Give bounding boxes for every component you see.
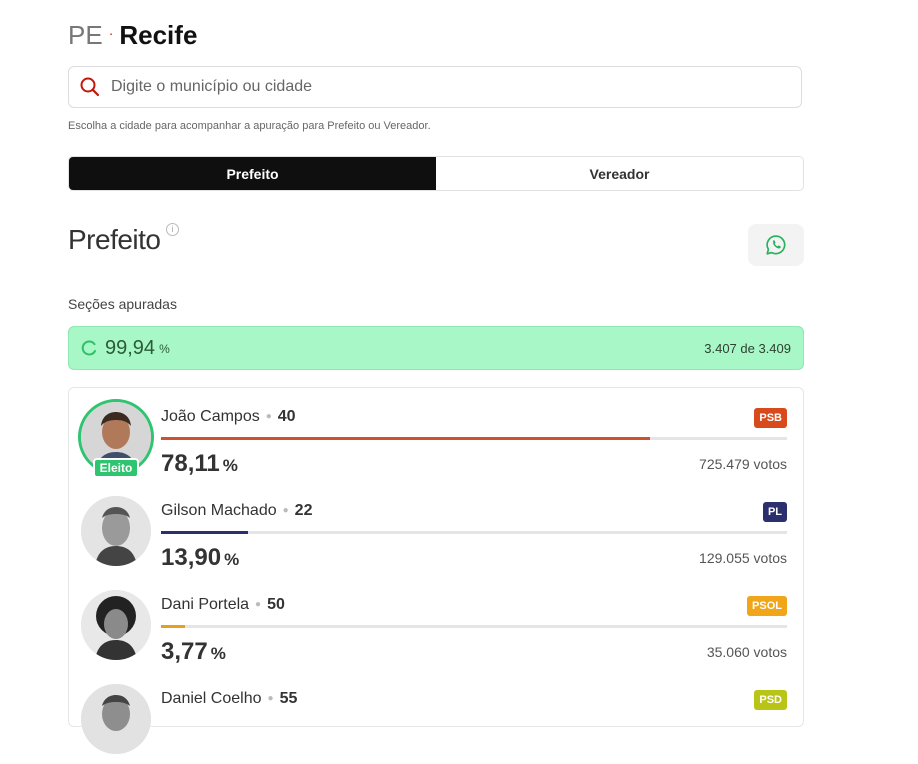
candidate-number: 55 (279, 690, 298, 707)
party-badge: PSB (754, 408, 787, 428)
candidate-votes: 725.479 votos (699, 456, 787, 472)
vote-bar (161, 625, 787, 628)
sections-percent: 99,94 (105, 336, 156, 359)
tab-vereador[interactable]: Vereador (436, 157, 803, 190)
candidate-name: Gilson Machado (161, 502, 277, 519)
vote-bar-fill (161, 625, 185, 628)
info-icon[interactable]: i (166, 223, 179, 236)
candidate-name: Daniel Coelho (161, 690, 262, 707)
candidate-name-line: Dani Portela ● 50 (161, 596, 285, 613)
city-label: Recife (119, 20, 198, 50)
location-header: PE · Recife (68, 16, 197, 52)
candidate-percent-line: 13,90% (161, 544, 239, 572)
party-badge: PSD (754, 690, 787, 710)
candidate-row[interactable]: Daniel Coelho ● 55 PSD (69, 670, 803, 764)
office-tabs: Prefeito Vereador (68, 156, 804, 191)
candidate-name-line: Daniel Coelho ● 55 (161, 690, 298, 707)
elected-badge: Eleito (93, 458, 139, 478)
state-label: PE (68, 20, 103, 50)
candidate-percent: 3,77 (161, 638, 208, 665)
candidate-name-line: Gilson Machado ● 22 (161, 502, 313, 519)
candidate-name: Dani Portela (161, 596, 250, 613)
search-hint: Escolha a cidade para acompanhar a apura… (68, 120, 431, 132)
candidate-name-line: João Campos ● 40 (161, 408, 296, 425)
vote-bar (161, 531, 787, 534)
percent-symbol: % (222, 456, 238, 475)
sections-count: 3.407 de 3.409 (704, 340, 791, 356)
percent-symbol: % (224, 550, 240, 569)
section-title: Prefeito (68, 224, 161, 255)
candidate-name: João Campos (161, 408, 260, 425)
candidate-row[interactable]: Gilson Machado ● 22 PL 13,90% 129.055 voto… (69, 482, 803, 576)
whatsapp-icon (766, 235, 786, 255)
percent-symbol: % (210, 644, 226, 663)
sections-percent-symbol: % (159, 342, 170, 356)
candidate-percent-line: 3,77% (161, 638, 226, 666)
candidate-photo (81, 590, 151, 660)
vote-bar-fill (161, 437, 650, 440)
candidate-row[interactable]: Dani Portela ● 50 PSOL 3,77% 35.060 votos (69, 576, 803, 670)
sections-progress: 99,94 % 3.407 de 3.409 (68, 326, 804, 370)
candidate-row[interactable]: Eleito João Campos ● 40 PSB 78,11% 725.479… (69, 388, 803, 482)
search-icon (80, 77, 100, 97)
sections-counted-label: Seções apuradas (68, 296, 177, 312)
loading-spinner-icon (81, 340, 96, 356)
candidate-percent: 78,11 (161, 450, 220, 477)
candidate-number: 40 (277, 408, 296, 425)
separator-dot: · (108, 25, 114, 41)
candidate-votes: 129.055 votos (699, 550, 787, 566)
vote-bar-fill (161, 531, 248, 534)
party-badge: PSOL (747, 596, 787, 616)
candidate-number: 50 (267, 596, 285, 613)
candidate-number: 22 (294, 502, 313, 519)
candidate-percent-line: 78,11% (161, 450, 238, 478)
candidate-photo (81, 496, 151, 566)
candidate-list: Eleito João Campos ● 40 PSB 78,11% 725.479… (68, 387, 804, 754)
city-search-input[interactable] (109, 77, 793, 97)
candidate-votes: 35.060 votos (706, 644, 787, 660)
party-badge: PL (762, 502, 787, 522)
candidate-percent: 13,90 (161, 544, 222, 571)
candidate-photo (81, 684, 151, 754)
whatsapp-share-button[interactable] (748, 224, 804, 266)
tab-prefeito[interactable]: Prefeito (69, 157, 436, 190)
city-search-box[interactable] (68, 66, 802, 108)
vote-bar (161, 437, 787, 440)
